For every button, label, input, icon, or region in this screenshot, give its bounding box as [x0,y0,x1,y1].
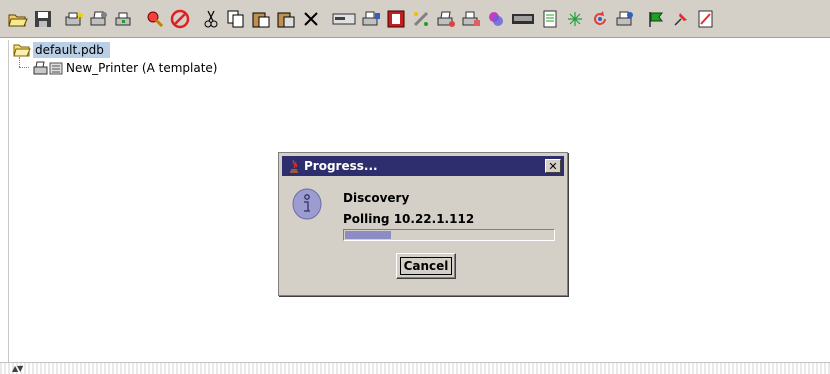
java-icon [287,159,301,173]
stop-icon[interactable] [169,8,191,30]
printer-status-icon[interactable] [113,8,135,30]
progress-dialog: Progress... ✕ Discovery Polling 10.22.1.… [278,152,568,296]
dialog-status-text: Polling 10.22.1.112 [343,212,475,226]
color-icon[interactable] [485,8,507,30]
dialog-titlebar[interactable]: Progress... ✕ [282,156,564,176]
new-printer-icon[interactable] [63,8,85,30]
printer-queue-icon[interactable] [460,8,482,30]
delete-icon[interactable] [300,8,322,30]
keyboard-icon[interactable] [510,8,536,30]
close-icon: ✕ [548,159,558,173]
cut-icon[interactable] [200,8,222,30]
device-panel-icon[interactable] [331,8,357,30]
alert-icon[interactable] [385,8,407,30]
open-folder-icon[interactable] [7,8,29,30]
printer-icon [33,60,63,76]
progress-bar [343,229,555,241]
discover-icon[interactable] [144,8,166,30]
refresh-icon[interactable] [589,8,611,30]
paste-icon[interactable] [250,8,272,30]
progress-bar-fill [345,231,391,239]
dialog-title: Progress... [304,159,378,173]
close-button[interactable]: ✕ [545,159,561,173]
page-icon[interactable] [539,8,561,30]
save-icon[interactable] [32,8,54,30]
tools-icon[interactable] [410,8,432,30]
report-icon[interactable] [695,8,717,30]
flag-icon[interactable] [645,8,667,30]
folder-open-icon [13,43,31,57]
paste-special-icon[interactable] [275,8,297,30]
dialog-heading: Discovery [343,191,410,205]
tree-connector [19,57,20,67]
tree-node-printer[interactable]: New_Printer (A template) [33,60,217,76]
scroll-arrows-icon[interactable]: ▲▼ [12,364,23,373]
printer-properties-icon[interactable] [88,8,110,30]
tree-connector [19,67,29,68]
info-icon [291,187,323,221]
toolbar [0,0,830,38]
tree-node-root[interactable]: default.pdb [13,42,110,58]
network-icon[interactable] [564,8,586,30]
cancel-button[interactable]: Cancel [396,253,456,279]
tree-node-label[interactable]: default.pdb [33,42,110,58]
status-bar: ▲▼ [0,362,830,374]
printer-group-icon[interactable] [614,8,636,30]
printer-settings-icon[interactable] [435,8,457,30]
copy-icon[interactable] [225,8,247,30]
print-job-icon[interactable] [360,8,382,30]
pin-icon[interactable] [670,8,692,30]
tree-node-label[interactable]: New_Printer (A template) [66,61,217,75]
